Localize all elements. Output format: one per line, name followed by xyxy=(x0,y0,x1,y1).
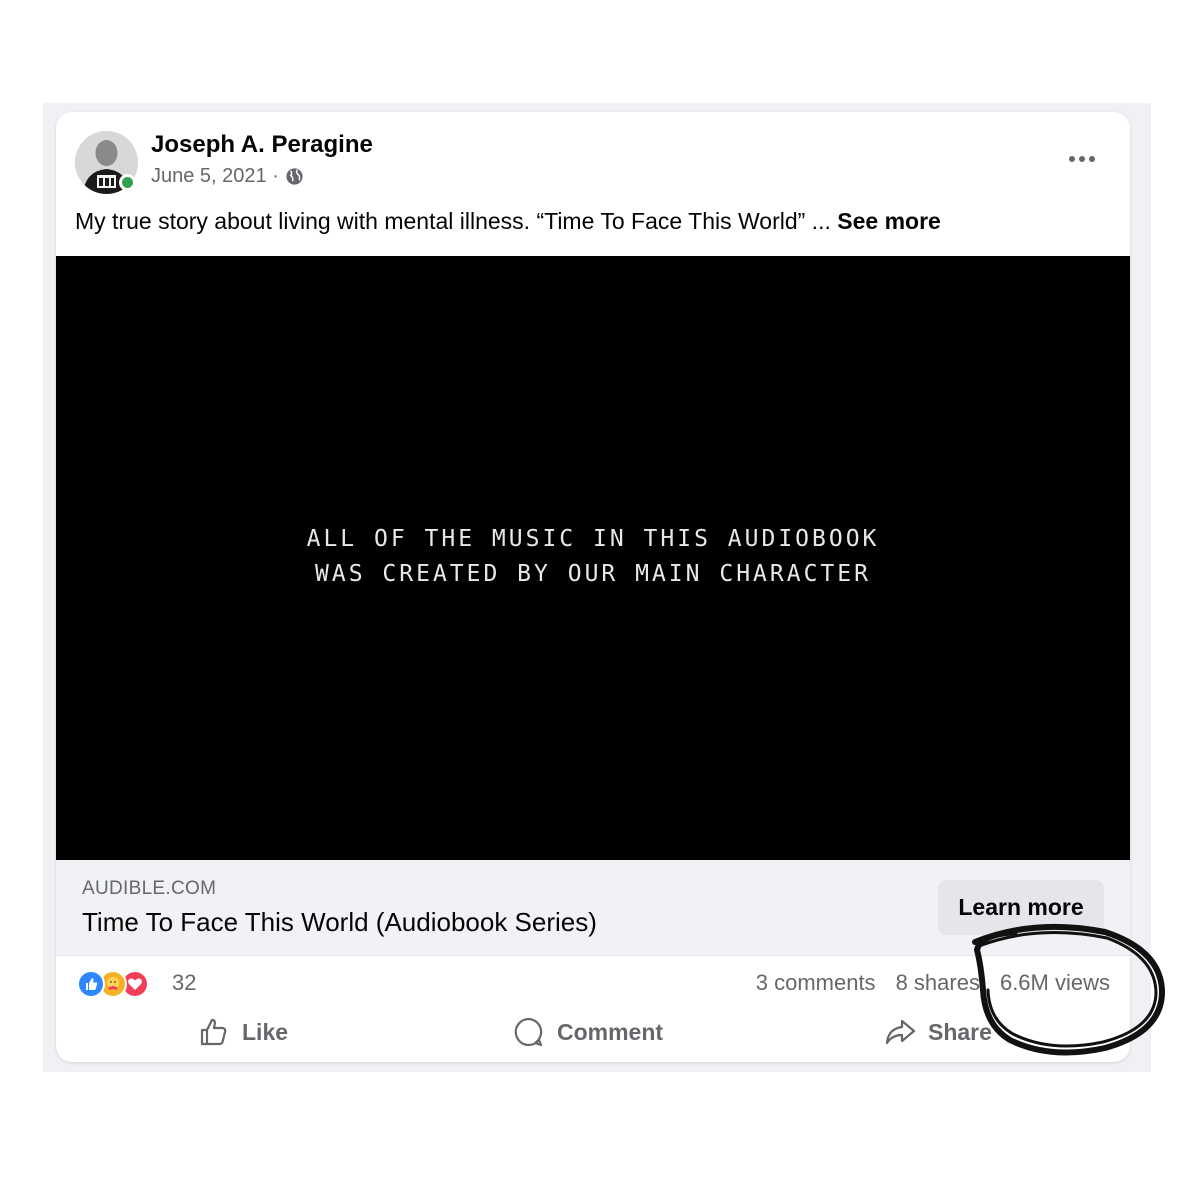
learn-more-button[interactable]: Learn more xyxy=(938,880,1104,935)
globe-icon xyxy=(286,168,303,185)
see-more-link[interactable]: See more xyxy=(837,208,941,234)
caption-text: My true story about living with mental i… xyxy=(75,208,831,234)
video-text-line-1: ALL OF THE MUSIC IN THIS AUDIOBOOK xyxy=(306,526,880,552)
comment-bubble-icon xyxy=(514,1017,543,1047)
author-name[interactable]: Joseph A. Peragine xyxy=(151,131,373,159)
views-count: 6.6M views xyxy=(999,970,1110,995)
link-preview[interactable]: AUDIBLE.COM Time To Face This World (Aud… xyxy=(56,860,1130,955)
post-caption: My true story about living with mental i… xyxy=(75,208,941,235)
post-card: Joseph A. Peragine June 5, 2021 · My tru… xyxy=(56,112,1130,1062)
post-date[interactable]: June 5, 2021 · xyxy=(151,165,279,188)
video-text-line-2: WAS CREATED BY OUR MAIN CHARACTER xyxy=(315,561,871,587)
share-button[interactable]: Share xyxy=(884,1010,992,1054)
online-status-badge xyxy=(119,174,136,191)
like-label: Like xyxy=(242,1018,289,1045)
like-button[interactable]: Like xyxy=(198,1010,288,1054)
shares-count[interactable]: 8 shares xyxy=(896,970,980,996)
post-meta: June 5, 2021 · xyxy=(151,165,304,188)
comment-button[interactable]: Comment xyxy=(513,1010,663,1054)
share-label: Share xyxy=(928,1018,992,1045)
more-dot-icon xyxy=(1069,156,1075,162)
more-options-button[interactable] xyxy=(1064,144,1100,174)
video-frame-text: ALL OF THE MUSIC IN THIS AUDIOBOOK WAS C… xyxy=(56,522,1130,592)
link-domain: AUDIBLE.COM xyxy=(82,878,217,899)
link-title[interactable]: Time To Face This World (Audiobook Serie… xyxy=(82,907,597,938)
like-reaction-icon xyxy=(77,970,105,998)
more-dot-icon xyxy=(1089,156,1095,162)
more-dot-icon xyxy=(1079,156,1085,162)
reaction-count[interactable]: 32 xyxy=(172,970,196,996)
comments-count[interactable]: 3 comments xyxy=(756,970,876,996)
share-arrow-icon xyxy=(885,1019,916,1045)
comment-label: Comment xyxy=(557,1018,664,1045)
thumbs-up-icon xyxy=(200,1018,227,1046)
reaction-summary[interactable] xyxy=(77,970,167,998)
post-stats: 3 comments 8 shares 6.6M views xyxy=(756,970,1110,996)
action-bar: Like Comment Share xyxy=(56,1010,1130,1062)
engagement-bar: 32 3 comments 8 shares 6.6M views xyxy=(56,955,1130,1010)
video-player[interactable]: ALL OF THE MUSIC IN THIS AUDIOBOOK WAS C… xyxy=(56,256,1130,860)
